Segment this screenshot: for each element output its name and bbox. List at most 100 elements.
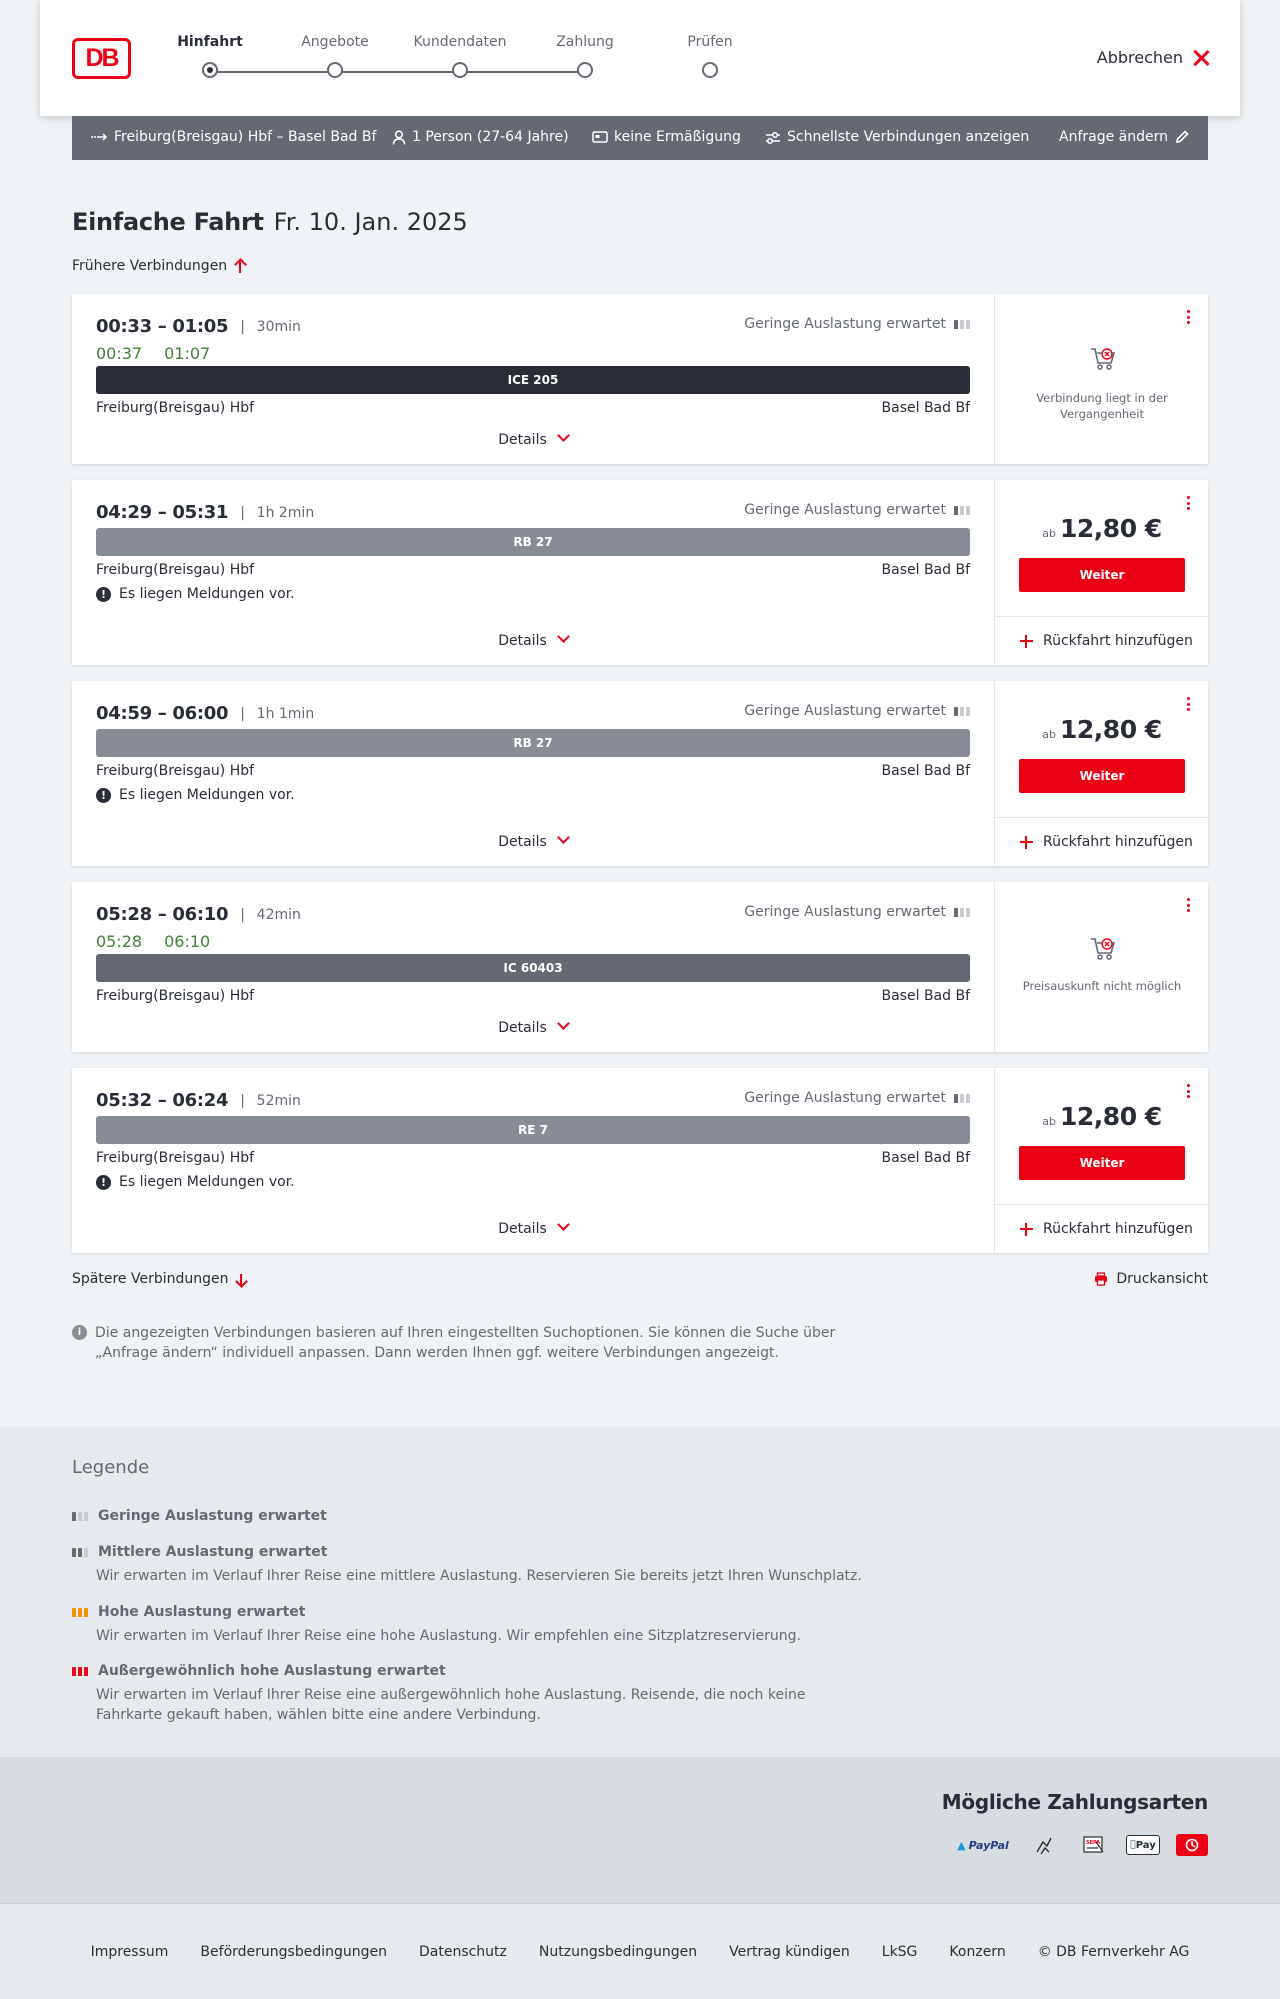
connection-info: 05:28 – 06:10 | 42min Geringe Auslastung e… bbox=[72, 882, 994, 1052]
more-options-icon[interactable] bbox=[1187, 1084, 1191, 1098]
realtime-times: 00:37 01:07 bbox=[96, 344, 210, 363]
print-view-link[interactable]: Druckansicht bbox=[1094, 1271, 1208, 1287]
legend-item-title: Hohe Auslastung erwartet bbox=[98, 1604, 306, 1620]
footer-link-lksg[interactable]: LkSG bbox=[882, 1944, 918, 1960]
from-station: Freiburg(Breisgau) Hbf bbox=[96, 1150, 255, 1166]
train-bar[interactable]: RB 27 bbox=[96, 528, 970, 556]
add-return-trip-button[interactable]: Rückfahrt hinzufügen bbox=[995, 616, 1209, 665]
from-station: Freiburg(Breisgau) Hbf bbox=[96, 763, 255, 779]
train-bar[interactable]: RB 27 bbox=[96, 729, 970, 757]
stations: Freiburg(Breisgau) Hbf Basel Bad Bf bbox=[96, 400, 970, 416]
realtime-departure: 05:28 bbox=[96, 932, 143, 951]
train-bar[interactable]: RE 7 bbox=[96, 1116, 970, 1144]
add-return-label: Rückfahrt hinzufügen bbox=[1043, 1221, 1193, 1237]
legend-item-title: Mittlere Auslastung erwartet bbox=[98, 1544, 328, 1560]
duration: 42min bbox=[256, 906, 301, 923]
from-station: Freiburg(Breisgau) Hbf bbox=[96, 562, 255, 578]
chevron-down-icon bbox=[556, 1017, 570, 1030]
low-load-icon bbox=[72, 1511, 88, 1521]
footer-link-impressum[interactable]: Impressum bbox=[91, 1944, 169, 1960]
separator: | bbox=[240, 705, 245, 722]
step-dot bbox=[452, 62, 468, 78]
train-bar[interactable]: IC 60403 bbox=[96, 954, 970, 982]
step-dot bbox=[702, 62, 718, 78]
more-options-icon[interactable] bbox=[1187, 310, 1191, 324]
legend-title: Legende bbox=[72, 1457, 150, 1478]
details-toggle[interactable]: Details bbox=[72, 1017, 994, 1036]
paypal-label: PayPal bbox=[968, 1838, 1009, 1852]
step-label: Zahlung bbox=[556, 34, 614, 50]
info-icon: i bbox=[72, 1325, 87, 1340]
cancel-button[interactable]: Abbrechen bbox=[1097, 48, 1209, 67]
summary-discount: keine Ermäßigung bbox=[592, 129, 741, 145]
db-creditcard-icon bbox=[1176, 1834, 1208, 1856]
train-bar[interactable]: ICE 205 bbox=[96, 366, 970, 394]
times-text: 04:29 – 05:31 bbox=[96, 502, 229, 523]
continue-button[interactable]: Weiter bbox=[1019, 1146, 1185, 1180]
footer-link-befoerderungsbedingungen[interactable]: Beförderungsbedingungen bbox=[200, 1944, 387, 1960]
footer-link-datenschutz[interactable]: Datenschutz bbox=[419, 1944, 507, 1960]
details-toggle[interactable]: Details bbox=[72, 429, 994, 448]
price: ab 12,80 € bbox=[995, 715, 1209, 744]
notice-message[interactable]: ! Es liegen Meldungen vor. bbox=[96, 586, 295, 602]
summary-option: Schnellste Verbindungen anzeigen bbox=[765, 129, 1029, 145]
step-dot bbox=[202, 62, 218, 78]
load-indicator: Geringe Auslastung erwartet bbox=[744, 703, 970, 719]
continue-button[interactable]: Weiter bbox=[1019, 558, 1185, 592]
settings-sliders-icon bbox=[766, 131, 780, 144]
duration: 1h 1min bbox=[256, 705, 315, 722]
db-logo[interactable]: DB bbox=[72, 38, 131, 79]
plus-icon bbox=[1020, 835, 1033, 849]
add-return-label: Rückfahrt hinzufügen bbox=[1043, 633, 1193, 649]
later-connections-link[interactable]: Spätere Verbindungen bbox=[72, 1271, 246, 1287]
info-note: i Die angezeigten Verbindungen basieren a… bbox=[72, 1323, 842, 1363]
step-pruefen[interactable]: Prüfen bbox=[635, 34, 785, 78]
more-options-icon[interactable] bbox=[1187, 697, 1191, 711]
details-toggle[interactable]: Details bbox=[72, 630, 994, 649]
price: ab 12,80 € bbox=[995, 1102, 1209, 1131]
times-text: 05:32 – 06:24 bbox=[96, 1090, 229, 1111]
connection-times: 05:28 – 06:10 | 42min bbox=[96, 904, 301, 925]
add-return-trip-button[interactable]: Rückfahrt hinzufügen bbox=[995, 1204, 1209, 1253]
details-toggle[interactable]: Details bbox=[72, 831, 994, 850]
stations: Freiburg(Breisgau) Hbf Basel Bad Bf bbox=[96, 988, 970, 1004]
more-options-icon[interactable] bbox=[1187, 496, 1191, 510]
summary-route: Freiburg(Breisgau) Hbf – Basel Bad Bf bbox=[90, 129, 376, 145]
high-load-icon bbox=[72, 1607, 88, 1617]
load-text: Geringe Auslastung erwartet bbox=[744, 316, 946, 332]
earlier-connections-link[interactable]: Frühere Verbindungen bbox=[72, 258, 245, 274]
separator: | bbox=[240, 318, 245, 335]
apple-pay-icon: Pay bbox=[1126, 1835, 1160, 1855]
times-text: 00:33 – 01:05 bbox=[96, 316, 229, 337]
add-return-trip-button[interactable]: Rückfahrt hinzufügen bbox=[995, 817, 1209, 866]
footer-link-konzern[interactable]: Konzern bbox=[949, 1944, 1005, 1960]
trip-date: Fr. 10. Jan. 2025 bbox=[273, 208, 468, 236]
step-label: Hinfahrt bbox=[177, 34, 243, 50]
price-panel: ab 12,80 € Weiter Rückfahrt hinzufügen bbox=[994, 1068, 1209, 1253]
to-station: Basel Bad Bf bbox=[881, 1150, 970, 1166]
legend-item-title: Außergewöhnlich hohe Auslastung erwartet bbox=[98, 1663, 446, 1679]
legend-item: Hohe Auslastung erwartet Wir erwarten im … bbox=[72, 1604, 876, 1646]
chevron-down-icon bbox=[556, 630, 570, 643]
details-toggle[interactable]: Details bbox=[72, 1218, 994, 1237]
lastschrift-icon bbox=[1032, 1833, 1056, 1857]
load-indicator: Geringe Auslastung erwartet bbox=[744, 1090, 970, 1106]
notice-text: Es liegen Meldungen vor. bbox=[119, 1174, 295, 1190]
footer-link-vertrag-kuendigen[interactable]: Vertrag kündigen bbox=[729, 1944, 850, 1960]
load-indicator: Geringe Auslastung erwartet bbox=[744, 904, 970, 920]
edit-request-button[interactable]: Anfrage ändern bbox=[1059, 129, 1190, 145]
continue-button[interactable]: Weiter bbox=[1019, 759, 1185, 793]
notice-message[interactable]: ! Es liegen Meldungen vor. bbox=[96, 1174, 295, 1190]
price-prefix: ab bbox=[1042, 728, 1057, 741]
connection-card: 04:59 – 06:00 | 1h 1min Geringe Auslastung… bbox=[72, 681, 1209, 866]
footer-link-nutzungsbedingungen[interactable]: Nutzungsbedingungen bbox=[539, 1944, 697, 1960]
page-title: Einfache Fahrt Fr. 10. Jan. 2025 bbox=[72, 208, 468, 236]
separator: | bbox=[240, 1092, 245, 1109]
more-options-icon[interactable] bbox=[1187, 898, 1191, 912]
payment-title: Mögliche Zahlungsarten bbox=[941, 1790, 1209, 1814]
notice-message[interactable]: ! Es liegen Meldungen vor. bbox=[96, 787, 295, 803]
discount-text: keine Ermäßigung bbox=[614, 129, 741, 145]
step-label: Prüfen bbox=[687, 34, 733, 50]
details-label: Details bbox=[498, 633, 547, 649]
realtime-arrival: 01:07 bbox=[164, 344, 211, 363]
